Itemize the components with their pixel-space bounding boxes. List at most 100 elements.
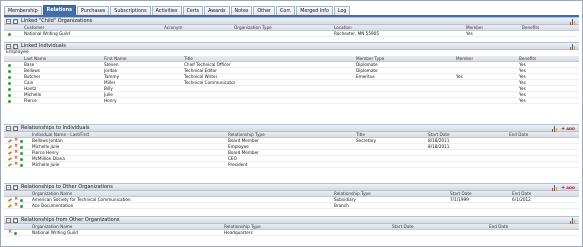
maximize-icon[interactable]: □ bbox=[13, 125, 18, 131]
status-dot-icon bbox=[20, 151, 23, 155]
column-header[interactable]: Benefits bbox=[522, 25, 539, 30]
column-header[interactable]: Member Type bbox=[356, 56, 384, 61]
column-header[interactable]: Member bbox=[456, 56, 473, 61]
first-name-cell: Julie bbox=[104, 92, 113, 97]
first-name-cell: Steven bbox=[104, 62, 119, 67]
first-name-cell: Henry bbox=[104, 98, 117, 103]
plus-icon: + bbox=[561, 125, 566, 132]
last-name-link[interactable]: Bellows bbox=[24, 68, 40, 73]
table-row[interactable]: × Ace Documentation Branch bbox=[4, 203, 579, 209]
collapse-icon[interactable]: − bbox=[6, 43, 11, 49]
member-type-cell: Emeritus bbox=[356, 74, 375, 79]
column-header[interactable]: Title bbox=[184, 56, 193, 61]
column-header[interactable]: Benefits bbox=[519, 56, 536, 61]
relations-panel: Membership Relations Purchases Subscript… bbox=[0, 0, 583, 247]
table-row[interactable]: National Writing Guild Rochester, MN 559… bbox=[4, 31, 579, 37]
status-dot-icon bbox=[20, 198, 23, 202]
individual-name-link[interactable]: Pierce Henry bbox=[32, 150, 59, 155]
edit-icon[interactable] bbox=[7, 157, 13, 161]
individual-name-link[interactable]: Bellows Jordan bbox=[32, 138, 63, 143]
first-name-cell: Jordan bbox=[104, 68, 118, 73]
organization-name-link[interactable]: National Writing Guild bbox=[32, 230, 78, 235]
maximize-icon[interactable]: □ bbox=[13, 184, 18, 190]
delete-icon[interactable]: × bbox=[14, 162, 18, 167]
individual-name-link[interactable]: Michelle Julie bbox=[32, 162, 59, 167]
section-header: − □ Relationships to Individuals + ADD bbox=[4, 124, 579, 132]
member-cell: Yes bbox=[466, 31, 473, 36]
column-header[interactable]: Organization Name bbox=[32, 191, 72, 196]
add-button[interactable]: + ADD bbox=[560, 125, 576, 132]
maximize-icon[interactable]: □ bbox=[13, 43, 18, 49]
column-header[interactable]: Customer bbox=[24, 25, 44, 30]
column-header[interactable]: End Date bbox=[489, 224, 508, 229]
column-header[interactable]: First Name bbox=[104, 56, 127, 61]
column-header[interactable]: Relationship Type bbox=[224, 224, 261, 229]
last-name-link[interactable]: Cain bbox=[24, 80, 33, 85]
delete-icon[interactable]: × bbox=[14, 203, 18, 208]
table-row[interactable]: Pierce Henry Yes bbox=[4, 98, 579, 104]
column-header[interactable]: Start Date bbox=[450, 191, 472, 196]
maximize-icon[interactable]: □ bbox=[13, 217, 18, 223]
column-header[interactable]: Relationship Type bbox=[334, 191, 371, 196]
section-title: Relationships from Other Organizations bbox=[21, 217, 120, 223]
column-header[interactable]: Individual Name - Last/First bbox=[32, 132, 89, 137]
collapse-icon[interactable]: − bbox=[6, 18, 11, 24]
table-row[interactable]: × Michelle Julie President bbox=[4, 162, 579, 168]
edit-icon[interactable] bbox=[7, 145, 13, 149]
column-header[interactable]: Title bbox=[356, 132, 365, 137]
collapse-icon[interactable]: − bbox=[6, 217, 11, 223]
edit-icon[interactable] bbox=[7, 139, 13, 143]
delete-icon[interactable]: × bbox=[8, 230, 12, 235]
individual-name-link[interactable]: McMillion Diana bbox=[32, 156, 65, 161]
column-header[interactable]: Last Name bbox=[24, 56, 46, 61]
status-dot-icon bbox=[8, 63, 11, 67]
edit-icon[interactable] bbox=[7, 163, 13, 167]
individual-name-link[interactable]: Michelle Julie bbox=[32, 144, 59, 149]
organization-name-link[interactable]: Ace Documentation bbox=[32, 203, 73, 208]
relationship-type-cell: Board Member bbox=[228, 138, 259, 143]
column-header[interactable]: End Date bbox=[509, 132, 528, 137]
title-cell: Technical Editor bbox=[184, 68, 217, 73]
start-date-cell: 8/18/2011 bbox=[428, 138, 450, 143]
relationships-to-orgs-section: − □ Relationships to Other Organizations… bbox=[4, 183, 579, 209]
collapse-icon[interactable]: − bbox=[6, 125, 11, 131]
linked-individuals-section: − □ Linked Individuals Employee Last Nam… bbox=[4, 42, 579, 104]
relationship-type-cell: Board Member bbox=[228, 150, 259, 155]
relationship-type-cell: Headquarters bbox=[224, 230, 253, 235]
column-header[interactable]: Member bbox=[466, 25, 483, 30]
column-header[interactable]: Start Date bbox=[392, 224, 414, 229]
column-header[interactable]: Start Date bbox=[428, 132, 450, 137]
status-dot-icon bbox=[8, 69, 11, 73]
column-header[interactable]: Location bbox=[334, 25, 352, 30]
column-header[interactable]: Organization Type bbox=[234, 25, 272, 30]
title-cell: Technical Writer bbox=[184, 74, 218, 79]
last-name-link[interactable]: Michelle bbox=[24, 92, 41, 97]
last-name-link[interactable]: Base bbox=[24, 62, 34, 67]
organization-name-link[interactable]: American Society for Technical Communica… bbox=[32, 197, 131, 202]
status-dot-icon bbox=[8, 93, 11, 97]
relationship-type-cell: Subsidiary bbox=[334, 197, 356, 202]
customer-link[interactable]: National Writing Guild bbox=[24, 31, 70, 36]
column-header[interactable]: Organization Name bbox=[32, 224, 72, 229]
status-dot-icon bbox=[8, 75, 11, 79]
edit-icon[interactable] bbox=[7, 204, 13, 208]
column-header[interactable]: End Date bbox=[512, 191, 531, 196]
last-name-link[interactable]: Hantz bbox=[24, 86, 36, 91]
column-header[interactable]: Relationship Type bbox=[228, 132, 265, 137]
first-name-cell: Tammy bbox=[104, 74, 120, 79]
section-header: − □ Relationships from Other Organizatio… bbox=[4, 216, 579, 224]
section-title: Linked Individuals bbox=[21, 43, 66, 49]
add-button[interactable]: + ADD bbox=[560, 185, 576, 191]
relationship-type-cell: Branch bbox=[334, 203, 349, 208]
chart-icon[interactable] bbox=[570, 44, 576, 50]
column-header[interactable]: Acronym bbox=[164, 25, 183, 30]
maximize-icon[interactable]: □ bbox=[13, 18, 18, 24]
edit-icon[interactable] bbox=[7, 198, 13, 202]
first-name-cell: Billy bbox=[104, 86, 113, 91]
relationships-from-orgs-section: − □ Relationships from Other Organizatio… bbox=[4, 216, 579, 236]
table-row[interactable]: × National Writing Guild Headquarters bbox=[4, 230, 579, 236]
last-name-link[interactable]: Butcher bbox=[24, 74, 40, 79]
last-name-link[interactable]: Pierce bbox=[24, 98, 37, 103]
edit-icon[interactable] bbox=[7, 151, 13, 155]
collapse-icon[interactable]: − bbox=[6, 184, 11, 190]
